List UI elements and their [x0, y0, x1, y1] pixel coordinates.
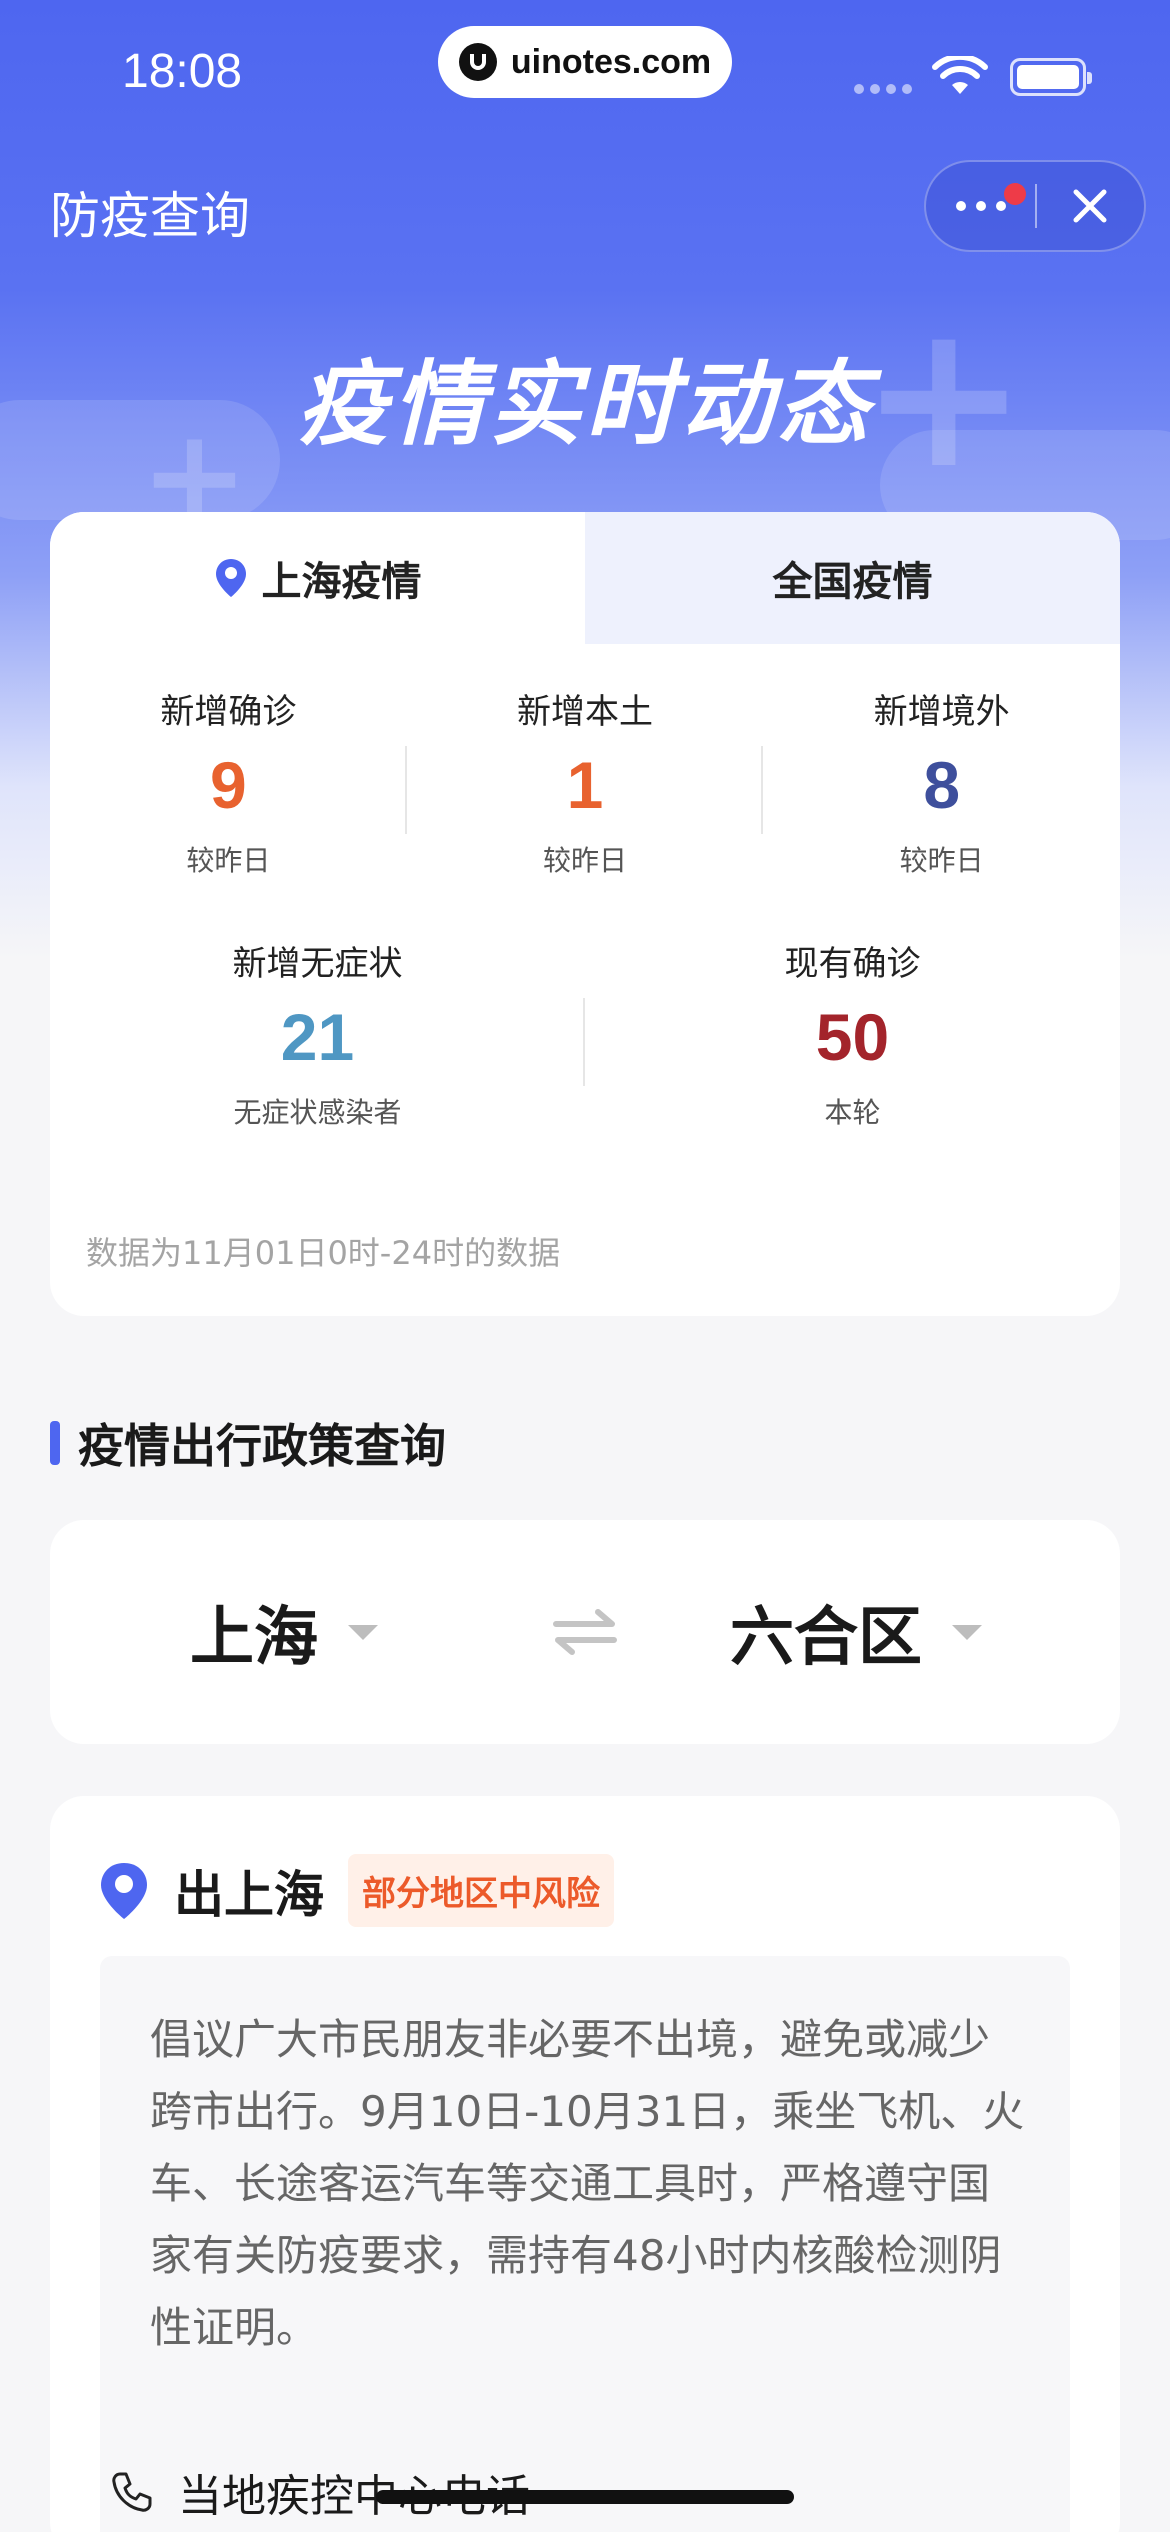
tab-national[interactable]: 全国疫情	[585, 512, 1120, 644]
stat-new-confirmed: 新增确诊 9 较昨日	[50, 684, 407, 879]
policy-card: 出上海 部分地区中风险 倡议广大市民朋友非必要不出境，避免或减少跨市出行。9月1…	[50, 1796, 1120, 2532]
section-title: 疫情出行政策查询	[78, 1419, 446, 1473]
location-pin-icon	[215, 559, 246, 597]
close-icon	[1073, 189, 1107, 223]
stat-new-local: 新增本土 1 较昨日	[407, 684, 764, 879]
stat-sub: 较昨日	[899, 844, 984, 877]
hero-title: 疫情实时动态	[296, 351, 873, 458]
stat-value: 9	[209, 748, 247, 822]
policy-content: 倡议广大市民朋友非必要不出境，避免或减少跨市出行。9月10日-10月31日，乘坐…	[100, 1956, 1070, 2532]
chevron-down-icon	[348, 1624, 378, 1640]
section-accent-bar	[50, 1421, 60, 1465]
location-pin-icon	[101, 1862, 147, 1919]
to-city-select[interactable]: 六合区	[730, 1586, 982, 1678]
stat-label: 新增无症状	[232, 944, 403, 984]
close-button[interactable]	[1037, 186, 1144, 226]
stats-row-2: 新增无症状 21 无症状感染者 现有确诊 50 本轮	[50, 936, 1120, 1131]
stat-sub: 无症状感染者	[233, 1096, 402, 1129]
section-header: 疫情出行政策查询	[50, 1410, 446, 1476]
policy-text: 倡议广大市民朋友非必要不出境，避免或减少跨市出行。9月10日-10月31日，乘坐…	[150, 2015, 1025, 2352]
stats-row-1: 新增确诊 9 较昨日 新增本土 1 较昨日 新增境外 8 较昨日	[50, 684, 1120, 879]
stat-new-asymptomatic: 新增无症状 21 无症状感染者	[50, 936, 585, 1131]
stats-card: 上海疫情 全国疫情 新增确诊 9 较昨日 新增本土 1 较昨日 新增境外 8 较…	[50, 512, 1120, 1316]
stat-sub: 较昨日	[543, 844, 628, 877]
tab-label: 全国疫情	[772, 559, 933, 605]
data-note: 数据为11月01日0时-24时的数据	[86, 1234, 561, 1272]
stat-value: 1	[566, 748, 604, 822]
stat-label: 新增境外	[873, 692, 1010, 732]
stat-label: 新增确诊	[160, 692, 297, 732]
stat-value: 50	[815, 1000, 890, 1074]
mini-program-capsule[interactable]	[924, 160, 1146, 252]
swap-icon[interactable]	[550, 1602, 620, 1662]
policy-header: 出上海 部分地区中风险	[98, 1854, 614, 1927]
stat-value: 8	[923, 748, 961, 822]
stat-sub: 本轮	[824, 1096, 881, 1129]
url-pill[interactable]: uinotes.com	[438, 26, 732, 98]
signal-icon	[854, 84, 912, 94]
site-logo-icon	[458, 43, 497, 81]
chevron-down-icon	[952, 1624, 982, 1640]
stat-current-confirmed: 现有确诊 50 本轮	[585, 936, 1120, 1131]
stat-sub: 较昨日	[186, 844, 271, 877]
from-city-label: 上海	[190, 1601, 318, 1675]
stat-label: 现有确诊	[784, 944, 921, 984]
wifi-icon	[932, 56, 988, 94]
stat-new-overseas: 新增境外 8 较昨日	[763, 684, 1120, 879]
route-selector-card: 上海 六合区	[50, 1520, 1120, 1744]
more-button[interactable]	[926, 183, 1035, 211]
battery-icon	[1010, 58, 1092, 96]
tab-shanghai[interactable]: 上海疫情	[50, 512, 585, 644]
status-time: 18:08	[122, 45, 243, 98]
stat-label: 新增本土	[517, 692, 653, 732]
risk-badge: 部分地区中风险	[348, 1854, 614, 1927]
url-text: uinotes.com	[510, 42, 712, 81]
stat-value: 21	[280, 1000, 355, 1074]
page-title: 防疫查询	[50, 187, 250, 245]
policy-title: 出上海	[174, 1865, 324, 1924]
phone-icon	[112, 2472, 152, 2512]
tab-label: 上海疫情	[261, 559, 422, 605]
from-city-select[interactable]: 上海	[190, 1586, 378, 1678]
home-indicator	[376, 2490, 794, 2504]
to-city-label: 六合区	[730, 1601, 922, 1675]
notification-dot	[1004, 183, 1026, 205]
region-tabs: 上海疫情 全国疫情	[50, 512, 1120, 644]
